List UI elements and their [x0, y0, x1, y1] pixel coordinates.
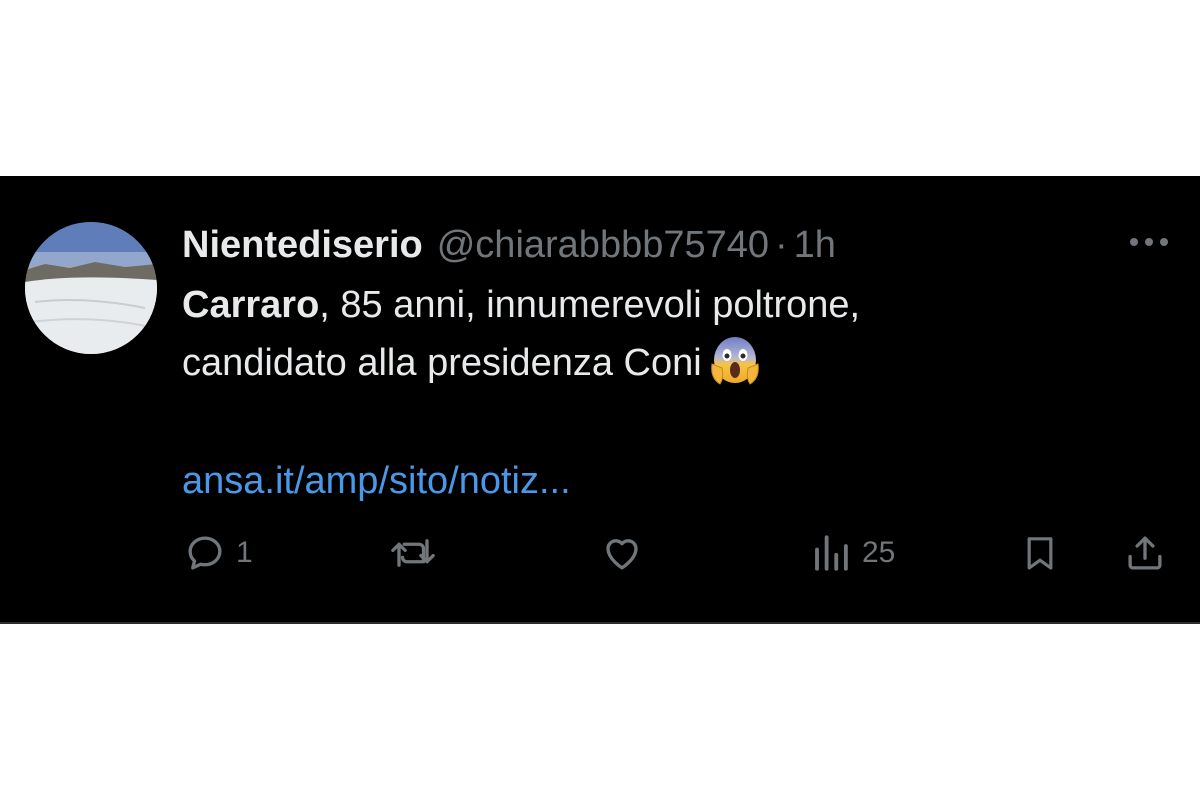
face-screaming-in-fear-emoji-icon [710, 336, 759, 385]
views-button[interactable]: 25 [810, 528, 895, 578]
more-horizontal-icon [1130, 238, 1168, 246]
tweet-text-line-2: candidato alla presidenza Coni [182, 334, 1082, 392]
tweet-header: Nientediserio @chiarabbbb75740 · 1h [182, 220, 836, 270]
tweet-text-rest: , 85 anni, innumerevoli poltrone, [319, 284, 861, 326]
reply-button[interactable]: 1 [184, 528, 253, 578]
reply-bubble-icon [188, 536, 222, 570]
retweet-button[interactable] [388, 528, 448, 578]
avatar[interactable] [25, 222, 157, 354]
timestamp[interactable]: 1h [794, 224, 836, 267]
bookmark-icon [1027, 537, 1053, 570]
share-button[interactable] [1124, 528, 1166, 578]
tweet-text: Carraro, 85 anni, innumerevoli poltrone,… [182, 276, 1082, 392]
article-link[interactable]: ansa.it/amp/sito/notiz... [182, 452, 571, 510]
display-name[interactable]: Nientediserio [182, 224, 423, 267]
retweet-icon [391, 539, 435, 567]
share-upload-icon [1128, 536, 1162, 570]
views-bar-chart-icon [815, 535, 848, 571]
separator-dot: · [775, 223, 788, 266]
bookmark-button[interactable] [1020, 528, 1060, 578]
reply-count: 1 [236, 536, 253, 569]
like-button[interactable] [600, 528, 654, 578]
avatar-image [25, 222, 157, 354]
tweet-bold-text: Carraro [182, 284, 320, 326]
user-handle[interactable]: @chiarabbbb75740 [437, 224, 769, 267]
heart-icon [606, 539, 638, 570]
tweet-text-line-1: Carraro, 85 anni, innumerevoli poltrone, [182, 276, 1082, 334]
more-options-button[interactable] [1124, 230, 1174, 254]
tweet-text-line-2-content: candidato alla presidenza Coni [182, 342, 702, 384]
views-count: 25 [862, 536, 896, 569]
